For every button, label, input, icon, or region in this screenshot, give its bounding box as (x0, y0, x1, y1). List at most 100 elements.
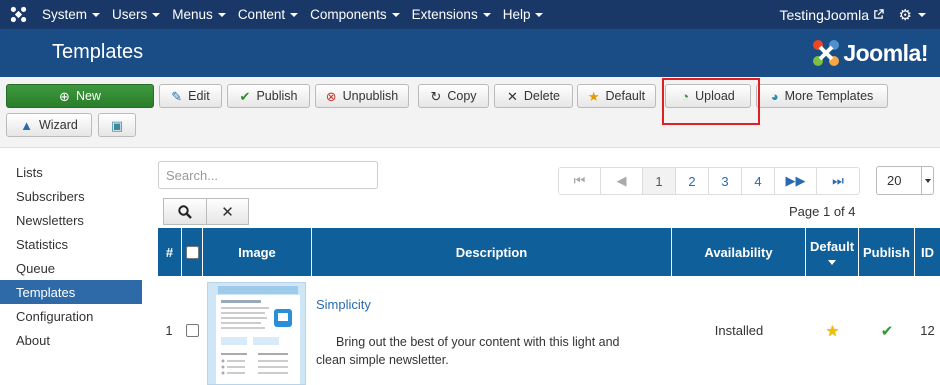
template-thumbnail[interactable] (207, 282, 306, 385)
pagination: ⏮ ◀ 1 2 3 4 ▶▶ ⏭ (558, 167, 860, 195)
main-menu: System Users Menus Content Components Ex… (36, 0, 549, 29)
settings-menu[interactable]: ⚙ (899, 0, 926, 29)
table-row: 1 Simplicity Bring out the best of your … (158, 276, 940, 385)
wizard-button[interactable]: ▲ Wizard (6, 113, 92, 137)
menu-content-label: Content (237, 7, 286, 22)
caret-down-icon (535, 12, 544, 17)
site-name: TestingJoomla (779, 6, 870, 23)
copy-label: Copy (447, 89, 477, 103)
publish-toggle[interactable]: ✔ (859, 276, 915, 385)
menu-users-label: Users (112, 7, 148, 22)
publish-button[interactable]: ✔ Publish (227, 84, 310, 108)
col-publish[interactable]: Publish (859, 228, 915, 276)
next-page-icon: ▶▶ (785, 173, 806, 188)
search-button[interactable] (163, 198, 207, 225)
joomla-logo-text: Joomla! (843, 39, 928, 66)
default-label: Default (605, 89, 646, 103)
row-num: 1 (165, 323, 173, 338)
list-limit-select[interactable]: 20 (876, 166, 934, 195)
caret-down-icon (152, 12, 161, 17)
sidebar-item-statistics[interactable]: Statistics (0, 232, 142, 256)
sidebar-item-about[interactable]: About (0, 328, 142, 352)
new-button[interactable]: ⊕ New (6, 84, 154, 108)
page-header: Templates Joomla! (0, 29, 940, 77)
caret-down-icon (918, 12, 926, 17)
menu-menus-label: Menus (172, 7, 213, 22)
copy-button[interactable]: ↻ Copy (418, 84, 489, 108)
upload-highlight-box (662, 78, 760, 125)
list-limit-value: 20 (887, 173, 902, 188)
last-page-button[interactable]: ⏭ (817, 168, 859, 194)
edit-icon: ✎ (171, 88, 183, 104)
col-description[interactable]: Description (312, 228, 672, 276)
menu-extensions[interactable]: Extensions (406, 0, 497, 29)
prev-page-button[interactable]: ◀ (601, 168, 643, 194)
search-input[interactable]: Search... (158, 161, 378, 189)
check-all-checkbox[interactable] (185, 245, 199, 259)
page-counter: Page 1 of 4 (789, 204, 856, 219)
globe-icon: ◕ (770, 88, 779, 104)
clear-search-button[interactable]: ✕ (206, 198, 249, 225)
menu-help[interactable]: Help (497, 0, 550, 29)
col-default[interactable]: Default (806, 228, 859, 276)
sidebar-item-queue[interactable]: Queue (0, 256, 142, 280)
more-templates-button[interactable]: ◕ More Templates (756, 84, 888, 108)
next-page-button[interactable]: ▶▶ (775, 168, 817, 194)
edit-button[interactable]: ✎ Edit (159, 84, 222, 108)
menu-components[interactable]: Components (304, 0, 406, 29)
menu-extensions-label: Extensions (411, 7, 478, 22)
template-description: Bring out the best of your content with … (316, 335, 620, 367)
col-checkall (182, 228, 203, 276)
menu-components-label: Components (310, 7, 387, 22)
menu-content[interactable]: Content (232, 0, 304, 29)
sidebar-item-templates[interactable]: Templates (0, 280, 142, 304)
search-icon (178, 204, 192, 219)
star-icon: ★ (825, 322, 840, 340)
availability-status: Installed (714, 323, 764, 338)
first-page-icon: ⏮ (573, 173, 586, 188)
joomla-menu-icon[interactable] (0, 0, 36, 29)
unpublish-button[interactable]: ⊗ Unpublish (315, 84, 409, 108)
page-1[interactable]: 1 (643, 168, 676, 194)
unpublish-icon: ⊗ (325, 88, 337, 104)
col-availability[interactable]: Availability (672, 228, 806, 276)
menu-menus[interactable]: Menus (166, 0, 232, 29)
caret-down-icon (92, 12, 101, 17)
caret-down-icon (290, 12, 299, 17)
template-icon-button[interactable]: ▣ (98, 113, 136, 137)
wizard-hat-icon: ▲ (20, 117, 33, 133)
col-id[interactable]: ID (915, 228, 940, 276)
template-icon: ▣ (110, 117, 124, 133)
toolbar: ⊕ New ✎ Edit ✔ Publish ⊗ Unpublish ↻ Cop… (0, 77, 940, 148)
template-title-link[interactable]: Simplicity (316, 297, 371, 312)
close-icon: ✕ (221, 203, 234, 221)
close-icon: ✕ (506, 88, 518, 104)
delete-label: Delete (523, 89, 561, 103)
template-preview-image (208, 283, 305, 384)
first-page-button[interactable]: ⏮ (559, 168, 601, 194)
default-star-toggle[interactable]: ★ (806, 276, 859, 385)
check-icon: ✔ (880, 322, 894, 340)
sidebar-item-lists[interactable]: Lists (0, 160, 142, 184)
external-link-icon (874, 9, 884, 19)
page-3[interactable]: 3 (709, 168, 742, 194)
menu-system[interactable]: System (36, 0, 106, 29)
menu-users[interactable]: Users (106, 0, 166, 29)
sidebar-item-newsletters[interactable]: Newsletters (0, 208, 142, 232)
col-default-label: Default (809, 239, 855, 254)
site-link[interactable]: TestingJoomla (780, 0, 885, 29)
caret-down-icon (482, 12, 491, 17)
prev-page-icon: ◀ (616, 173, 627, 188)
publish-label: Publish (256, 89, 298, 103)
page-4[interactable]: 4 (742, 168, 775, 194)
row-checkbox-cell (182, 276, 203, 385)
caret-down-icon (391, 12, 400, 17)
sidebar-item-configuration[interactable]: Configuration (0, 304, 142, 328)
delete-button[interactable]: ✕ Delete (494, 84, 573, 108)
page-2[interactable]: 2 (676, 168, 709, 194)
default-button[interactable]: ★ Default (577, 84, 656, 108)
row-checkbox[interactable] (186, 324, 199, 337)
col-image[interactable]: Image (203, 228, 312, 276)
chevron-down-icon (921, 167, 933, 194)
sidebar-item-subscribers[interactable]: Subscribers (0, 184, 142, 208)
